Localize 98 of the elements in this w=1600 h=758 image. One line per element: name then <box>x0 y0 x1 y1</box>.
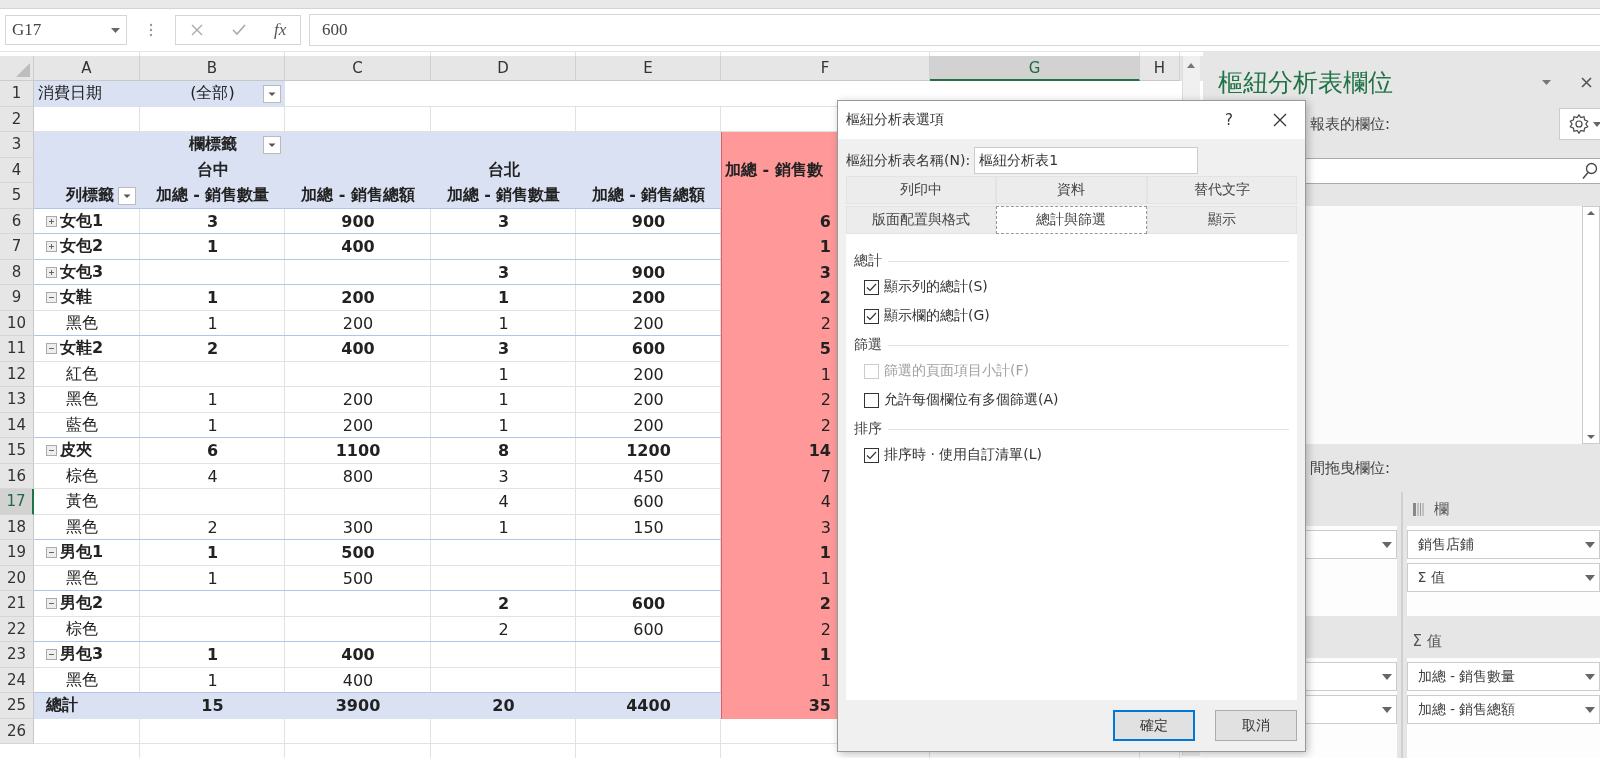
table-cell-text: 1 <box>497 414 510 437</box>
table-cell-text: 加總 - 銷售總額 <box>590 184 707 207</box>
dialog-title: 樞紐分析表選項 <box>846 111 945 129</box>
table-cell-text: 500 <box>340 542 376 565</box>
table-cell-text: 200 <box>341 312 375 335</box>
table-cell: 列標籤 <box>34 183 140 209</box>
table-cell-text: 3900 <box>334 695 382 718</box>
table-cell-text: 4400 <box>625 695 672 718</box>
table-cell-text: 消費日期 <box>37 82 103 105</box>
table-cell-text: 1 <box>206 312 219 335</box>
table-cell-text: 3 <box>205 210 220 233</box>
pane-title: 樞紐分析表欄位 <box>1218 66 1394 99</box>
table-cell-text: 200 <box>340 287 376 310</box>
table-cell-text: 900 <box>340 210 376 233</box>
table-cell-text: 棕色 <box>65 617 99 640</box>
table-cell: 女包2 <box>34 234 140 260</box>
table-cell-text: 400 <box>340 338 376 361</box>
table-cell: 欄標籤 <box>140 132 285 158</box>
table-cell: 女鞋 <box>34 285 140 311</box>
table-cell-text: 200 <box>632 363 665 386</box>
table-cell-text: 400 <box>341 669 375 692</box>
table-cell-text: 總計 <box>44 694 79 717</box>
table-cell-text: 3 <box>497 465 510 488</box>
table-cell-text: 1100 <box>334 440 382 463</box>
table-cell-text: 3 <box>496 210 511 233</box>
table-cell-text: 200 <box>630 287 667 310</box>
table-cell: 女鞋2 <box>34 336 140 362</box>
choose-fields-label: 報表的欄位: <box>1310 114 1391 134</box>
table-cell-text: 1 <box>205 644 220 667</box>
table-cell-text: 300 <box>341 516 375 539</box>
area-header: 欄 <box>1433 499 1449 519</box>
table-cell-text: 黑色 <box>65 566 99 589</box>
table-cell-text: 1 <box>497 312 510 335</box>
table-cell-text: 黑色 <box>65 311 99 334</box>
table-cell-text: 900 <box>630 210 667 233</box>
table-cell: 男包2 <box>34 591 140 617</box>
drag-fields-label: 間拖曳欄位: <box>1310 458 1391 478</box>
table-cell-text: 2 <box>496 593 511 616</box>
table-cell-text: 1 <box>497 389 510 412</box>
table-cell-text: 1 <box>496 287 511 310</box>
table-cell-text: 150 <box>632 516 665 539</box>
table-cell-text: 600 <box>632 618 665 641</box>
table-cell-text: 紅色 <box>65 362 99 385</box>
table-cell-text: 4 <box>497 491 510 514</box>
area-header: Σ 值 <box>1412 631 1442 651</box>
table-cell-text: 200 <box>341 414 375 437</box>
table-cell-text: 600 <box>630 338 667 361</box>
table-cell-text: 1 <box>206 669 219 692</box>
table-cell: 女包3 <box>34 259 140 285</box>
table-cell: 男包3 <box>34 642 140 668</box>
table-cell-text: 1 <box>205 236 220 259</box>
table-cell-text: 1 <box>206 567 219 590</box>
table-cell-text: 黑色 <box>65 668 99 691</box>
table-cell-text: 200 <box>632 312 665 335</box>
table-cell-text: 600 <box>630 593 667 616</box>
table-cell-text: 黑色 <box>65 388 99 411</box>
table-cell-text: 1 <box>497 363 510 386</box>
table-cell-text: 藍色 <box>65 413 99 436</box>
table-cell-text: 600 <box>632 491 665 514</box>
table-cell-text: 1 <box>205 542 220 565</box>
table-cell-text: 1200 <box>625 440 672 463</box>
table-cell: 女包1 <box>34 208 140 234</box>
section-title: 篩選 <box>854 336 882 354</box>
table-cell-text: 15 <box>200 695 225 718</box>
table-cell-text: 400 <box>340 644 376 667</box>
table-cell: 皮夾 <box>34 438 140 464</box>
table-cell-text: 3 <box>496 261 511 284</box>
table-cell-text: 1 <box>497 516 510 539</box>
table-cell-text: 200 <box>341 389 375 412</box>
table-cell-text: 棕色 <box>65 464 99 487</box>
table-cell-text: 1 <box>206 414 219 437</box>
table-cell-text: 黑色 <box>65 515 99 538</box>
table-cell-text: 加總 - 銷售數量 <box>445 184 562 207</box>
table-cell-text: 台中 <box>195 158 230 181</box>
table-cell-text: 加總 - 銷售數量 <box>154 184 271 207</box>
table-cell-text: 8 <box>496 440 511 463</box>
table-cell-text: 500 <box>341 567 375 590</box>
table-cell-text: 黃色 <box>65 490 99 513</box>
table-cell-text: 20 <box>491 695 516 718</box>
table-cell-text: 2 <box>497 618 510 641</box>
table-cell-text: 1 <box>206 389 219 412</box>
table-cell-text: 1 <box>205 287 220 310</box>
table-cell-text: 2 <box>206 516 219 539</box>
table-cell-text: 200 <box>632 389 665 412</box>
table-cell-text: 800 <box>341 465 375 488</box>
table-cell-text: 台北 <box>486 158 521 181</box>
table-cell-text: 900 <box>630 261 667 284</box>
table-cell: (全部) <box>140 81 285 107</box>
table-cell-text: 6 <box>205 440 220 463</box>
table-cell-text: 2 <box>205 338 220 361</box>
table-cell-text: 450 <box>632 465 665 488</box>
table-cell: 男包1 <box>34 540 140 566</box>
table-cell-text: 4 <box>206 465 219 488</box>
section-title: 排序 <box>854 420 882 438</box>
table-cell-text: 3 <box>496 338 511 361</box>
table-cell-text: 200 <box>632 414 665 437</box>
table-cell-text: 加總 - 銷售總額 <box>300 184 416 207</box>
table-cell-text: 400 <box>340 236 376 259</box>
